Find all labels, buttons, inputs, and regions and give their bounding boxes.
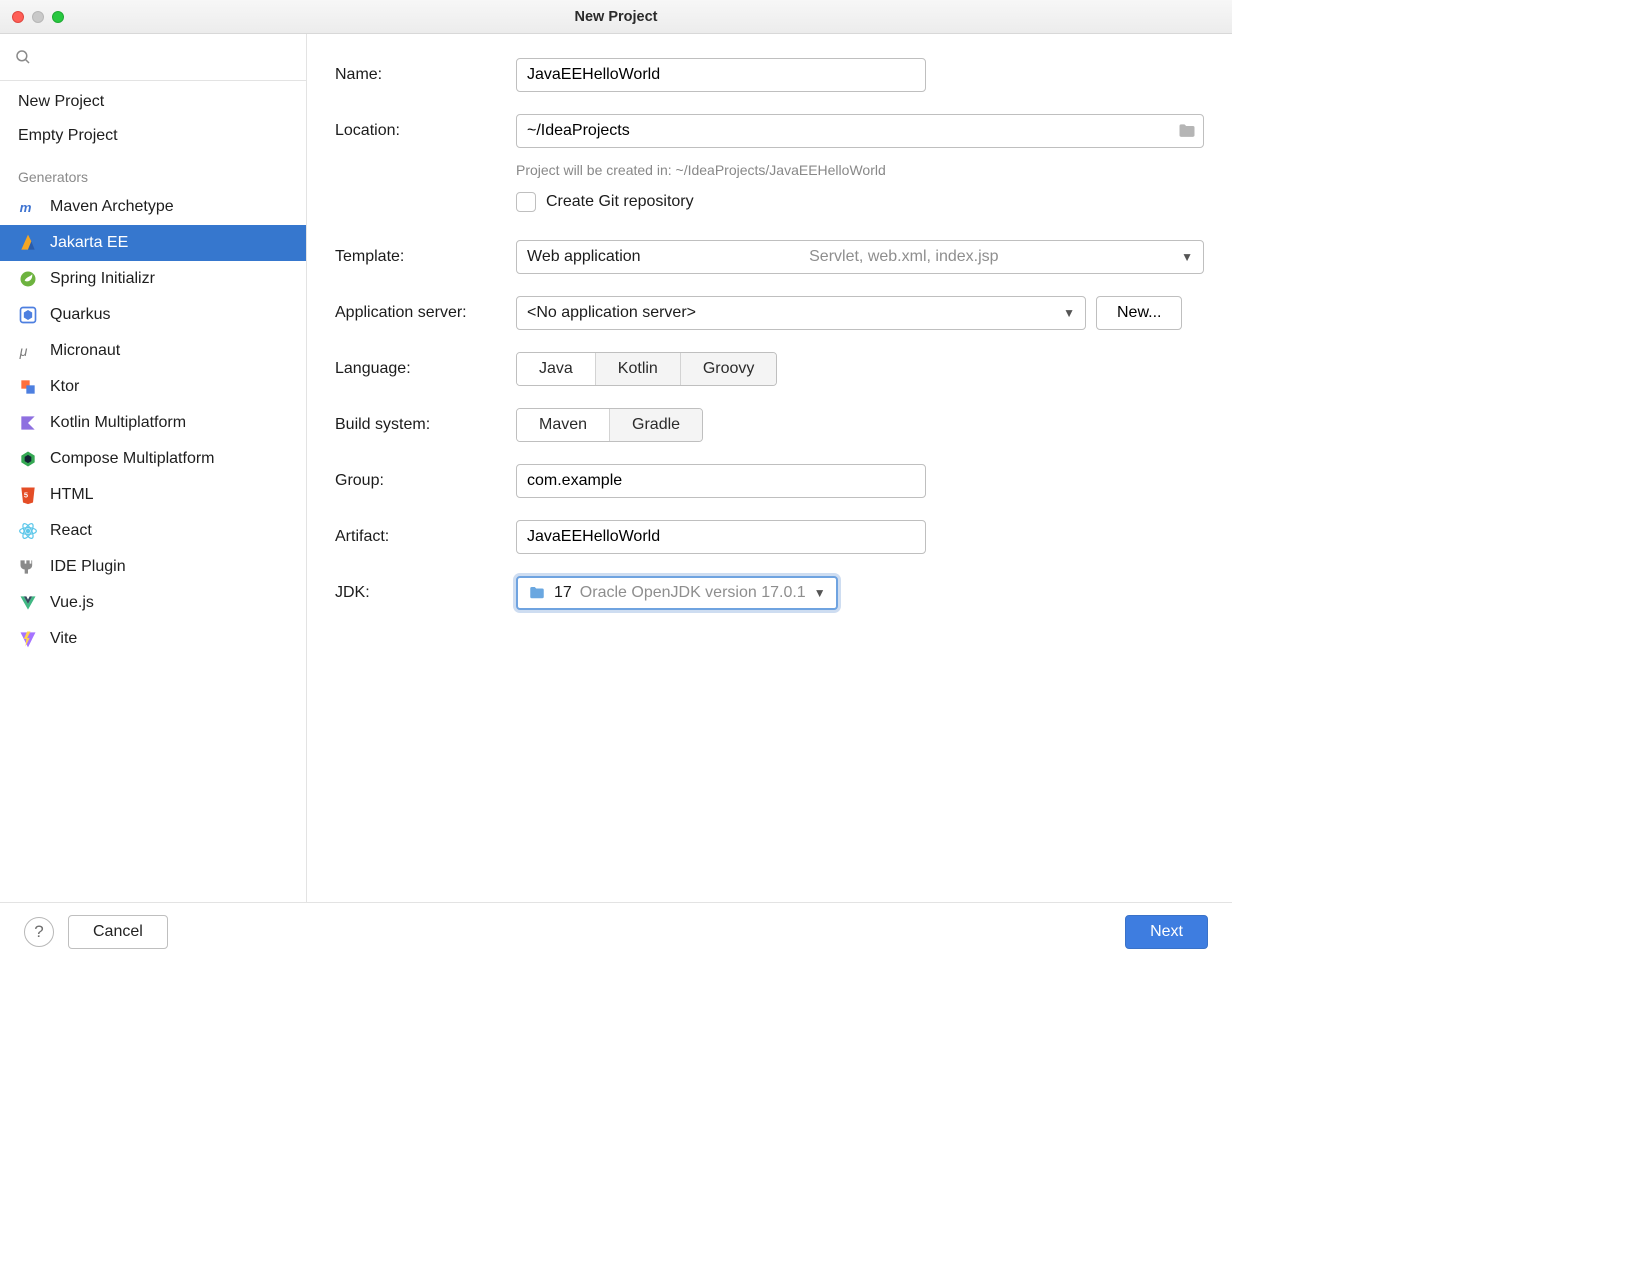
window-controls	[12, 11, 64, 23]
sidebar: New Project Empty Project Generators m M…	[0, 34, 307, 902]
folder-icon	[528, 584, 546, 602]
jakarta-icon	[18, 233, 38, 253]
appserver-new-button[interactable]: New...	[1096, 296, 1182, 330]
sidebar-item-label: Micronaut	[50, 342, 120, 360]
sidebar-item-ide-plugin[interactable]: IDE Plugin	[0, 549, 306, 585]
react-icon	[18, 521, 38, 541]
html-icon: 5	[18, 485, 38, 505]
titlebar: New Project	[0, 0, 1232, 34]
jdk-select[interactable]: 17 Oracle OpenJDK version 17.0.1 ▼	[516, 576, 838, 610]
language-label: Language:	[335, 360, 510, 378]
sidebar-item-label: Maven Archetype	[50, 198, 174, 216]
appserver-select[interactable]: <No application server> ▼	[516, 296, 1086, 330]
compose-icon	[18, 449, 38, 469]
sidebar-item-react[interactable]: React	[0, 513, 306, 549]
sidebar-item-micronaut[interactable]: μ Micronaut	[0, 333, 306, 369]
git-checkbox-label: Create Git repository	[546, 193, 694, 211]
template-detail: Servlet, web.xml, index.jsp	[809, 248, 1012, 266]
spring-icon	[18, 269, 38, 289]
sidebar-item-empty-project[interactable]: Empty Project	[0, 119, 306, 153]
build-option-gradle[interactable]: Gradle	[609, 409, 702, 441]
language-segmented: Java Kotlin Groovy	[516, 352, 777, 386]
location-label: Location:	[335, 122, 510, 140]
chevron-down-icon: ▼	[814, 586, 826, 600]
footer: ? Cancel Next	[0, 902, 1232, 960]
svg-text:μ: μ	[19, 344, 28, 360]
maximize-window-icon[interactable]	[52, 11, 64, 23]
sidebar-item-label: Quarkus	[50, 306, 110, 324]
sidebar-item-vite[interactable]: Vite	[0, 621, 306, 657]
plug-icon	[18, 557, 38, 577]
sidebar-item-label: Vite	[50, 630, 77, 648]
svg-text:5: 5	[24, 491, 28, 500]
group-label: Group:	[335, 472, 510, 490]
maven-icon: m	[18, 197, 38, 217]
sidebar-item-kotlin-multiplatform[interactable]: Kotlin Multiplatform	[0, 405, 306, 441]
language-option-java[interactable]: Java	[517, 353, 595, 385]
git-checkbox[interactable]	[516, 192, 536, 212]
jdk-label: JDK:	[335, 584, 510, 602]
quarkus-icon	[18, 305, 38, 325]
sidebar-item-label: Vue.js	[50, 594, 94, 612]
sidebar-item-ktor[interactable]: Ktor	[0, 369, 306, 405]
template-label: Template:	[335, 248, 510, 266]
jdk-detail: Oracle OpenJDK version 17.0.1	[580, 584, 806, 602]
language-option-groovy[interactable]: Groovy	[680, 353, 777, 385]
sidebar-item-label: Spring Initializr	[50, 270, 155, 288]
vite-icon	[18, 629, 38, 649]
sidebar-item-label: New Project	[18, 93, 104, 111]
sidebar-item-label: Kotlin Multiplatform	[50, 414, 186, 432]
build-segmented: Maven Gradle	[516, 408, 703, 442]
appserver-value: <No application server>	[527, 304, 696, 322]
sidebar-item-spring-initializr[interactable]: Spring Initializr	[0, 261, 306, 297]
sidebar-item-quarkus[interactable]: Quarkus	[0, 297, 306, 333]
next-button[interactable]: Next	[1125, 915, 1208, 949]
sidebar-item-label: Ktor	[50, 378, 79, 396]
close-window-icon[interactable]	[12, 11, 24, 23]
minimize-window-icon[interactable]	[32, 11, 44, 23]
name-input[interactable]	[516, 58, 926, 92]
sidebar-item-new-project[interactable]: New Project	[0, 85, 306, 119]
sidebar-item-compose-multiplatform[interactable]: Compose Multiplatform	[0, 441, 306, 477]
name-label: Name:	[335, 66, 510, 84]
location-input[interactable]	[516, 114, 1204, 148]
sidebar-item-maven-archetype[interactable]: m Maven Archetype	[0, 189, 306, 225]
language-option-kotlin[interactable]: Kotlin	[595, 353, 680, 385]
group-input[interactable]	[516, 464, 926, 498]
cancel-button[interactable]: Cancel	[68, 915, 168, 949]
sidebar-item-jakarta-ee[interactable]: Jakarta EE	[0, 225, 306, 261]
form-panel: Name: Location: Project will be created …	[307, 34, 1232, 902]
build-label: Build system:	[335, 416, 510, 434]
artifact-input[interactable]	[516, 520, 926, 554]
jdk-version: 17	[554, 584, 572, 602]
generators-header: Generators	[0, 153, 306, 189]
sidebar-item-label: HTML	[50, 486, 94, 504]
sidebar-item-label: Empty Project	[18, 127, 118, 145]
help-button[interactable]: ?	[24, 917, 54, 947]
location-hint: Project will be created in: ~/IdeaProjec…	[516, 162, 1204, 178]
sidebar-item-label: Jakarta EE	[50, 234, 128, 252]
search-icon	[14, 48, 32, 66]
chevron-down-icon: ▼	[1181, 250, 1193, 264]
sidebar-item-label: IDE Plugin	[50, 558, 126, 576]
chevron-down-icon: ▼	[1063, 306, 1075, 320]
search-input[interactable]	[8, 40, 298, 74]
browse-folder-icon[interactable]	[1176, 120, 1198, 142]
sidebar-item-label: Compose Multiplatform	[50, 450, 215, 468]
ktor-icon	[18, 377, 38, 397]
sidebar-item-vuejs[interactable]: Vue.js	[0, 585, 306, 621]
svg-text:m: m	[20, 200, 32, 215]
sidebar-item-label: React	[50, 522, 92, 540]
template-value: Web application	[527, 248, 641, 266]
artifact-label: Artifact:	[335, 528, 510, 546]
sidebar-item-html[interactable]: 5 HTML	[0, 477, 306, 513]
kotlin-icon	[18, 413, 38, 433]
build-option-maven[interactable]: Maven	[517, 409, 609, 441]
window-title: New Project	[0, 9, 1232, 25]
appserver-label: Application server:	[335, 304, 510, 322]
vue-icon	[18, 593, 38, 613]
micronaut-icon: μ	[18, 341, 38, 361]
template-select[interactable]: Web application Servlet, web.xml, index.…	[516, 240, 1204, 274]
